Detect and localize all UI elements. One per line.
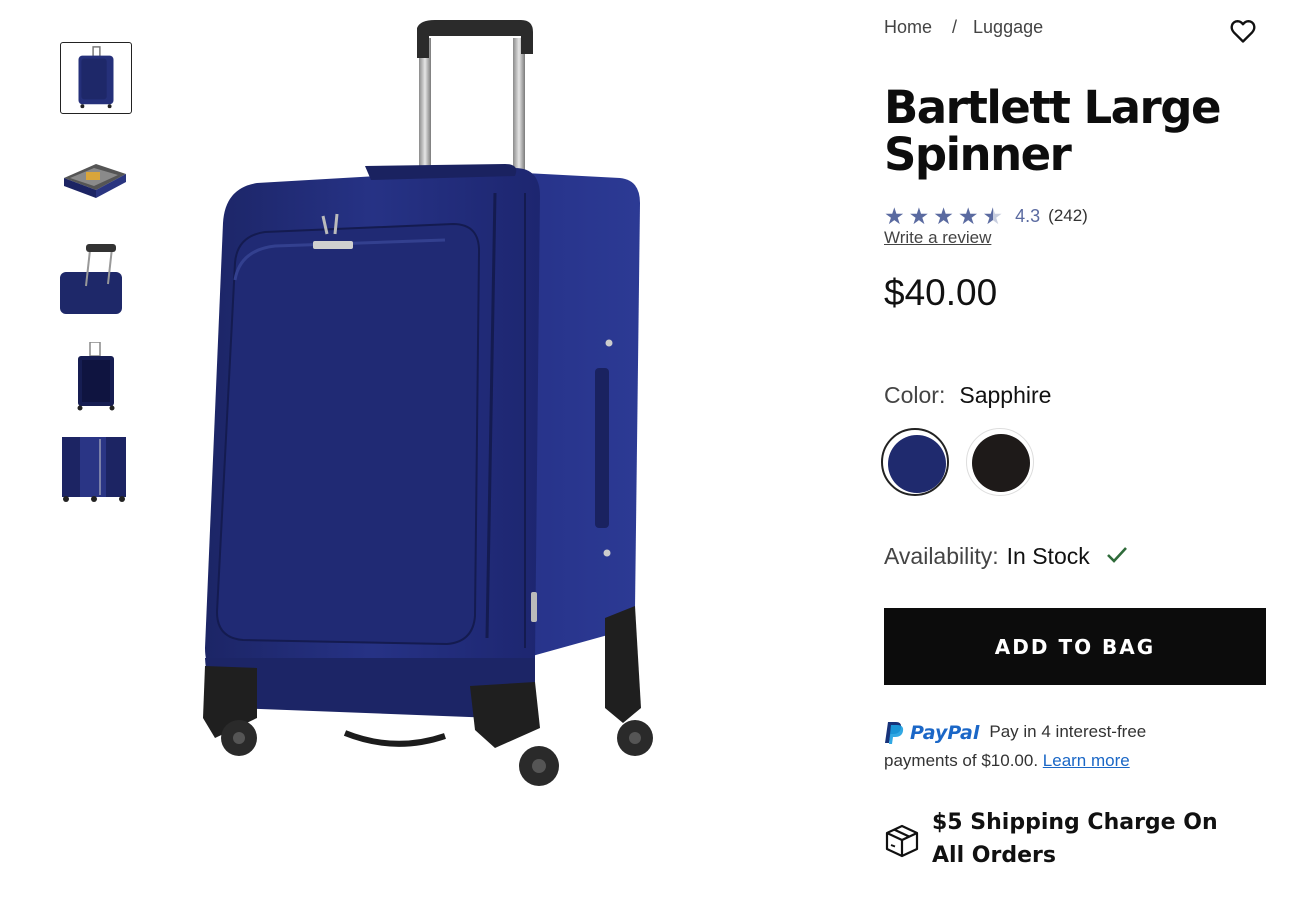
package-icon [885,824,919,858]
thumbnail-front-view[interactable] [60,42,132,114]
paypal-line2: payments of $10.00. [884,750,1039,770]
add-to-bag-button[interactable]: ADD TO BAG [884,608,1266,685]
product-main-image[interactable] [195,18,665,798]
availability-value: In Stock [1006,543,1090,569]
paypal-pay-in-4: PayPal Pay in 4 interest-free payments o… [884,718,1184,775]
star-icon: ★ [957,203,979,229]
breadcrumb-luggage-link[interactable]: Luggage [973,17,1043,37]
thumbnail-open-interior-view[interactable] [60,142,132,214]
thumbnail-back-view[interactable] [60,342,132,414]
check-icon [1107,547,1128,563]
star-icon: ★ [908,203,930,229]
half-star-icon: ★ [982,203,1004,229]
paypal-line1: Pay in 4 interest-free [989,722,1147,741]
breadcrumb-home-link[interactable]: Home [884,17,932,37]
write-review-link[interactable]: Write a review [884,228,991,248]
rating-score: 4.3 [1015,205,1041,226]
paypal-wordmark: PayPal [910,721,980,744]
learn-more-link[interactable]: Learn more [1043,751,1130,770]
paypal-icon [885,721,904,744]
availability-label: Availability: [884,543,999,569]
swatch-fill [972,434,1030,492]
favorite-button[interactable] [1229,17,1257,45]
color-swatch-black[interactable] [966,428,1034,496]
heart-icon [1230,20,1256,43]
color-swatch-sapphire[interactable] [881,428,949,496]
rating-count: (242) [1048,206,1088,225]
color-selection: Color: Sapphire [884,382,1051,409]
paypal-logo: PayPal [884,719,979,747]
shipping-text: $5 Shipping Charge On All Orders [932,810,1218,868]
selected-color-name: Sapphire [959,382,1052,408]
thumbnail-expanded-side-view[interactable] [60,437,132,509]
color-label: Color: [884,382,946,408]
breadcrumb-separator: / [952,17,958,37]
star-icon: ★ [884,203,905,229]
thumbnail-handle-closeup-view[interactable] [60,242,132,314]
product-rating[interactable]: ★ ★ ★ ★ ★ 4.3 (242) [884,203,1088,229]
product-price: $40.00 [884,272,998,313]
availability-status: Availability: In Stock [884,543,1128,570]
suitcase-image [203,20,653,786]
swatch-fill [888,435,946,493]
star-icon: ★ [933,203,954,229]
breadcrumb: Home / Luggage [884,17,1043,38]
product-title: Bartlett Large Spinner [884,81,1221,181]
